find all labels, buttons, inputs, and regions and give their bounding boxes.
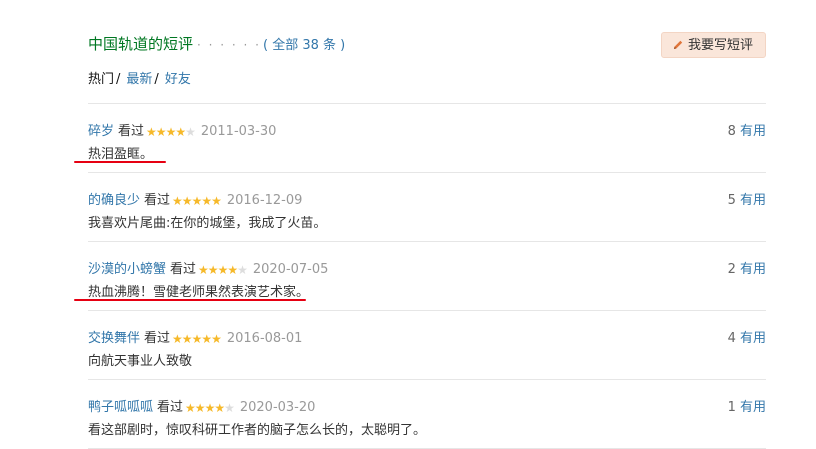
comment-user-link[interactable]: 碎岁: [88, 124, 114, 139]
star-icon: ★: [194, 401, 206, 415]
star-icon: ★: [181, 194, 193, 208]
useful-count: 5: [727, 193, 736, 208]
star-icon: ★: [172, 194, 183, 208]
useful-votes: 2 有用: [728, 258, 766, 277]
section-title-text: 中国轨道的短评: [88, 35, 194, 53]
star-icon: ★: [211, 332, 222, 346]
tab-separator: /: [116, 72, 121, 87]
comment-item: 沙漠的小螃蟹 看过 ★★★★★ 2020-07-05 热血沸腾！雪健老师果然表演艺术家。…: [74, 242, 766, 311]
red-annotation-underline: [74, 161, 166, 163]
comment-meta: 碎岁 看过 ★★★★★ 2011-03-30: [88, 120, 276, 139]
star-icon: ★: [191, 194, 203, 208]
comment-text: 热泪盈眶。: [88, 147, 154, 162]
pencil-icon: [672, 35, 684, 61]
comment-meta: 沙漠的小螃蟹 看过 ★★★★★ 2020-07-05: [88, 258, 328, 277]
watched-label: 看过: [144, 331, 171, 346]
star-icon: ★: [201, 194, 212, 208]
comment-meta: 的确良少 看过 ★★★★★ 2016-12-09: [88, 189, 302, 208]
comment-filter-tabs: 热门 / 最新 / 好友: [88, 68, 191, 87]
comments-section: 中国轨道的短评 · · · · · ·( 全部 38 条 ) 我要写短评 热门 / 最…: [74, 0, 766, 449]
watched-label: 看过: [118, 124, 145, 139]
comment-date: 2011-03-30: [200, 124, 277, 139]
star-icon: ★: [185, 125, 196, 139]
title-dots: · · · · · ·: [197, 38, 261, 52]
star-rating: ★★★★★: [185, 401, 235, 415]
useful-votes: 8 有用: [728, 120, 766, 139]
comment-item: 碎岁 看过 ★★★★★ 2011-03-30 热泪盈眶。 8 有用: [74, 104, 766, 173]
comment-date: 2020-07-05: [252, 262, 329, 277]
comment-item: 鸭子呱呱呱 看过 ★★★★★ 2020-03-20 看这部剧时，惊叹科研工作者的脑子怎么…: [88, 380, 766, 449]
comment-user-link[interactable]: 沙漠的小螃蟹: [88, 262, 166, 277]
comment-item: 交换舞伴 看过 ★★★★★ 2016-08-01 向航天事业人致敬 4 有用: [88, 311, 766, 380]
watched-label: 看过: [157, 400, 184, 415]
useful-votes: 1 有用: [728, 396, 766, 415]
star-icon: ★: [146, 125, 157, 139]
useful-button[interactable]: 有用: [740, 400, 766, 415]
star-icon: ★: [227, 263, 238, 277]
star-icon: ★: [201, 332, 212, 346]
star-icon: ★: [207, 263, 219, 277]
section-title: 中国轨道的短评 · · · · · ·( 全部 38 条 ): [88, 33, 345, 54]
star-icon: ★: [214, 401, 225, 415]
tab-newest[interactable]: 最新: [126, 72, 152, 87]
red-annotation-underline: [74, 299, 306, 301]
tab-hot[interactable]: 热门: [88, 72, 114, 87]
useful-button[interactable]: 有用: [740, 262, 766, 277]
star-icon: ★: [224, 401, 235, 415]
star-icon: ★: [181, 332, 193, 346]
star-icon: ★: [198, 263, 209, 277]
star-icon: ★: [165, 125, 177, 139]
comment-user-link[interactable]: 的确良少: [88, 193, 140, 208]
comment-text: 看这部剧时，惊叹科研工作者的脑子怎么长的，太聪明了。: [88, 423, 427, 438]
star-icon: ★: [185, 401, 196, 415]
useful-count: 2: [727, 262, 736, 277]
useful-count: 4: [727, 331, 736, 346]
comment-item: 的确良少 看过 ★★★★★ 2016-12-09 我喜欢片尾曲:在你的城堡，我成了火苗。…: [88, 173, 766, 242]
comment-date: 2020-03-20: [239, 400, 316, 415]
star-icon: ★: [172, 332, 183, 346]
useful-count: 1: [727, 400, 736, 415]
write-comment-label: 我要写短评: [687, 38, 753, 53]
useful-button[interactable]: 有用: [740, 193, 766, 208]
star-icon: ★: [217, 263, 229, 277]
watched-label: 看过: [144, 193, 171, 208]
comment-text: 向航天事业人致敬: [88, 354, 193, 369]
section-header: 中国轨道的短评 · · · · · ·( 全部 38 条 ) 我要写短评 热门 / 最…: [88, 0, 766, 87]
useful-button[interactable]: 有用: [740, 124, 766, 139]
all-comments-link[interactable]: ( 全部 38 条 ): [263, 38, 345, 53]
comment-meta: 交换舞伴 看过 ★★★★★ 2016-08-01: [88, 327, 302, 346]
useful-count: 8: [727, 124, 736, 139]
watched-label: 看过: [170, 262, 197, 277]
comment-text: 热血沸腾！雪健老师果然表演艺术家。: [88, 285, 310, 300]
comment-meta: 鸭子呱呱呱 看过 ★★★★★ 2020-03-20: [88, 396, 315, 415]
star-icon: ★: [155, 125, 167, 139]
comment-user-link[interactable]: 鸭子呱呱呱: [88, 400, 153, 415]
star-icon: ★: [211, 194, 222, 208]
star-rating: ★★★★★: [198, 263, 248, 277]
write-comment-button[interactable]: 我要写短评: [660, 32, 766, 61]
tab-separator: /: [154, 72, 159, 87]
tab-friends[interactable]: 好友: [165, 72, 191, 87]
star-rating: ★★★★★: [172, 194, 222, 208]
useful-votes: 5 有用: [728, 189, 766, 208]
star-icon: ★: [237, 263, 248, 277]
comment-list: 碎岁 看过 ★★★★★ 2011-03-30 热泪盈眶。 8 有用 的确良少 看过 ★★★★★ 2…: [74, 103, 766, 449]
comment-date: 2016-08-01: [226, 331, 303, 346]
star-rating: ★★★★★: [146, 125, 196, 139]
star-icon: ★: [191, 332, 203, 346]
useful-votes: 4 有用: [728, 327, 766, 346]
comment-text: 我喜欢片尾曲:在你的城堡，我成了火苗。: [88, 216, 327, 231]
star-icon: ★: [175, 125, 186, 139]
star-rating: ★★★★★: [172, 332, 222, 346]
useful-button[interactable]: 有用: [740, 331, 766, 346]
comment-date: 2016-12-09: [226, 193, 303, 208]
star-icon: ★: [204, 401, 216, 415]
comment-user-link[interactable]: 交换舞伴: [88, 331, 140, 346]
